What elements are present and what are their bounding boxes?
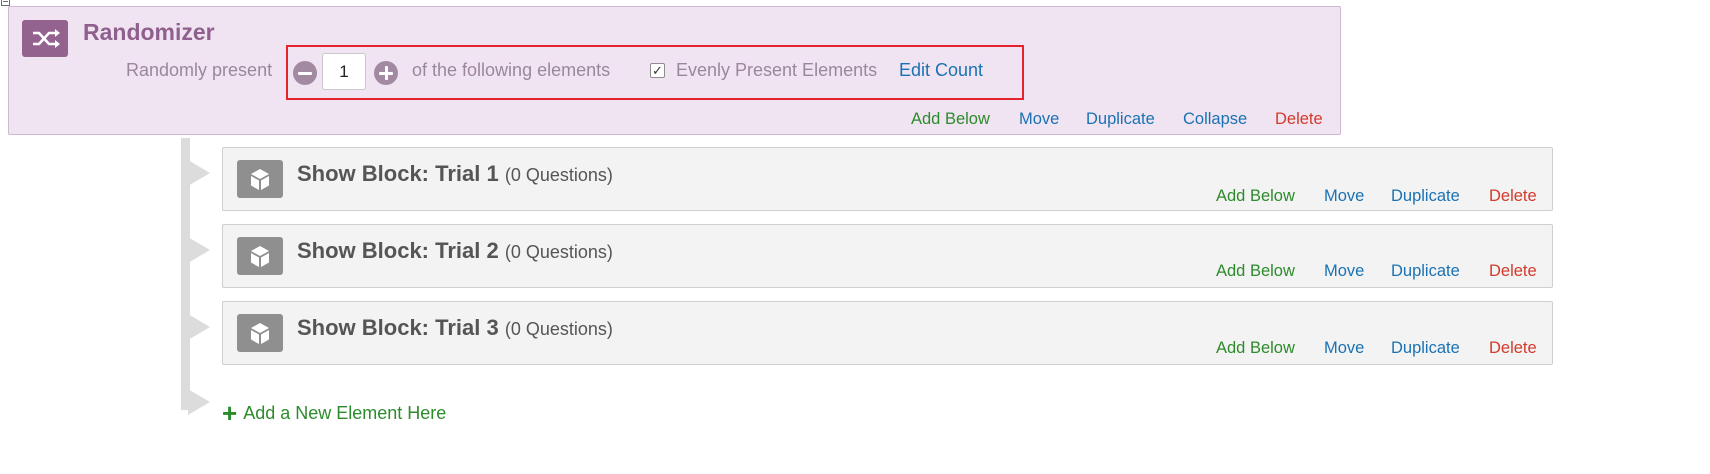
block-delete-link[interactable]: Delete bbox=[1489, 187, 1537, 206]
flow-arrow-icon bbox=[188, 314, 210, 340]
add-new-element-link[interactable]: + Add a New Element Here bbox=[222, 398, 446, 429]
randomizer-title: Randomizer bbox=[83, 19, 215, 45]
block-cube-icon bbox=[237, 160, 283, 198]
flow-arrow-icon bbox=[188, 160, 210, 186]
plus-icon: + bbox=[222, 398, 238, 428]
block-add-below-link[interactable]: Add Below bbox=[1216, 187, 1295, 206]
flow-arrow-icon bbox=[188, 389, 210, 415]
randomizer-delete-link[interactable]: Delete bbox=[1275, 110, 1323, 129]
block-move-link[interactable]: Move bbox=[1324, 339, 1364, 358]
flow-arrow-icon bbox=[188, 237, 210, 263]
block-cube-icon bbox=[237, 237, 283, 275]
randomizer-move-link[interactable]: Move bbox=[1019, 110, 1059, 129]
block-delete-link[interactable]: Delete bbox=[1489, 339, 1537, 358]
randomly-present-label: Randomly present bbox=[126, 60, 273, 80]
block-duplicate-link[interactable]: Duplicate bbox=[1391, 339, 1460, 358]
block-cube-icon bbox=[237, 314, 283, 352]
block-move-link[interactable]: Move bbox=[1324, 187, 1364, 206]
block-duplicate-link[interactable]: Duplicate bbox=[1391, 262, 1460, 281]
block-add-below-link[interactable]: Add Below bbox=[1216, 262, 1295, 281]
randomizer-duplicate-link[interactable]: Duplicate bbox=[1086, 110, 1155, 129]
block-title: Show Block: Trial 3 (0 Questions) bbox=[297, 315, 613, 340]
block-question-count: (0 Questions) bbox=[504, 242, 613, 262]
block-add-below-link[interactable]: Add Below bbox=[1216, 339, 1295, 358]
randomizer-collapse-link[interactable]: Collapse bbox=[1183, 110, 1247, 129]
block-duplicate-link[interactable]: Duplicate bbox=[1391, 187, 1460, 206]
block-move-link[interactable]: Move bbox=[1324, 262, 1364, 281]
highlight-box bbox=[286, 45, 1024, 100]
block-delete-link[interactable]: Delete bbox=[1489, 262, 1537, 281]
block-question-count: (0 Questions) bbox=[504, 165, 613, 185]
block-title: Show Block: Trial 1 (0 Questions) bbox=[297, 161, 613, 186]
block-title: Show Block: Trial 2 (0 Questions) bbox=[297, 238, 613, 263]
shuffle-icon bbox=[22, 20, 68, 57]
block-question-count: (0 Questions) bbox=[504, 319, 613, 339]
randomizer-add-below-link[interactable]: Add Below bbox=[911, 110, 990, 129]
